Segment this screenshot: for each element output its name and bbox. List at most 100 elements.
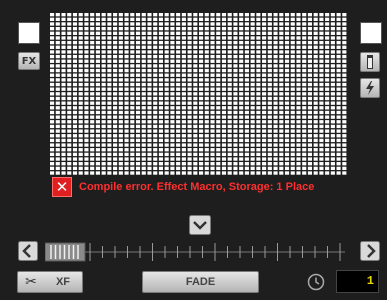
led-cell bbox=[250, 78, 255, 82]
led-cell bbox=[325, 17, 330, 22]
led-cell bbox=[279, 22, 284, 26]
led-cell bbox=[199, 36, 204, 40]
led-cell bbox=[273, 171, 278, 175]
led-cell bbox=[153, 50, 158, 54]
led-cell bbox=[342, 115, 347, 119]
led-cell bbox=[307, 82, 313, 87]
led-cell bbox=[50, 54, 55, 59]
led-cell bbox=[250, 82, 255, 87]
led-cell bbox=[158, 73, 164, 77]
led-cell bbox=[204, 31, 209, 35]
led-cell bbox=[221, 45, 227, 49]
led-cell bbox=[107, 157, 112, 161]
led-cell bbox=[67, 101, 72, 105]
led-cell bbox=[273, 36, 278, 40]
led-cell bbox=[124, 124, 129, 129]
led-cell bbox=[296, 40, 301, 45]
position-slider[interactable] bbox=[45, 241, 345, 263]
led-cell bbox=[118, 36, 123, 40]
next-button[interactable] bbox=[360, 241, 380, 261]
led-cell bbox=[141, 17, 146, 22]
led-cell bbox=[199, 78, 204, 82]
led-cell bbox=[313, 50, 318, 54]
led-cell bbox=[204, 64, 209, 68]
led-cell bbox=[336, 68, 341, 73]
led-cell bbox=[176, 106, 181, 110]
led-cell bbox=[279, 129, 284, 133]
expand-button[interactable] bbox=[189, 215, 211, 235]
flash-button[interactable] bbox=[360, 78, 380, 98]
led-cell bbox=[342, 134, 347, 138]
led-cell bbox=[239, 31, 244, 35]
led-cell bbox=[273, 115, 278, 119]
close-icon[interactable]: ✕ bbox=[52, 177, 72, 197]
led-cell bbox=[336, 73, 341, 77]
led-cell bbox=[239, 17, 244, 22]
led-cell bbox=[78, 40, 83, 45]
led-cell bbox=[135, 31, 141, 35]
led-cell bbox=[72, 106, 78, 110]
led-cell bbox=[302, 171, 307, 175]
led-cell bbox=[336, 40, 341, 45]
led-cell bbox=[107, 26, 112, 31]
led-cell bbox=[50, 152, 55, 157]
led-cell bbox=[61, 129, 66, 133]
led-cell bbox=[61, 152, 66, 157]
led-cell bbox=[124, 54, 129, 59]
led-cell bbox=[118, 134, 123, 138]
led-cell bbox=[113, 36, 118, 40]
led-cell bbox=[307, 110, 313, 115]
led-cell bbox=[262, 115, 267, 119]
led-cell bbox=[296, 162, 301, 166]
led-cell bbox=[55, 13, 60, 17]
led-cell bbox=[101, 120, 106, 124]
led-cell bbox=[130, 50, 135, 54]
fx-button[interactable]: FX bbox=[18, 52, 40, 70]
led-cell bbox=[181, 96, 186, 101]
left-color-swatch[interactable] bbox=[18, 22, 40, 44]
led-cell bbox=[90, 166, 95, 171]
led-cell bbox=[113, 45, 118, 49]
led-cell bbox=[72, 166, 78, 171]
led-cell bbox=[78, 13, 83, 17]
led-cell bbox=[199, 31, 204, 35]
led-cell bbox=[170, 143, 175, 147]
led-cell bbox=[325, 68, 330, 73]
led-cell bbox=[210, 13, 215, 17]
slider-thumb[interactable] bbox=[45, 242, 86, 262]
led-cell bbox=[101, 73, 106, 77]
led-cell bbox=[181, 148, 186, 152]
led-cell bbox=[210, 82, 215, 87]
right-color-swatch[interactable] bbox=[360, 22, 382, 44]
led-cell bbox=[135, 82, 141, 87]
led-cell bbox=[61, 17, 66, 22]
led-cell bbox=[176, 120, 181, 124]
led-cell bbox=[158, 64, 164, 68]
led-cell bbox=[233, 120, 238, 124]
led-cell bbox=[313, 143, 318, 147]
led-cell bbox=[101, 87, 106, 91]
led-cell bbox=[55, 129, 60, 133]
prev-button[interactable] bbox=[18, 241, 38, 261]
led-cell bbox=[336, 148, 341, 152]
clock-icon[interactable] bbox=[306, 272, 326, 292]
led-cell bbox=[221, 101, 227, 105]
led-cell bbox=[233, 87, 238, 91]
led-cell bbox=[296, 50, 301, 54]
led-cell bbox=[78, 134, 83, 138]
led-cell bbox=[330, 31, 335, 35]
led-cell bbox=[227, 134, 232, 138]
xf-button[interactable]: ✂ XF bbox=[17, 271, 83, 293]
led-cell bbox=[256, 40, 261, 45]
fade-button[interactable]: FADE bbox=[142, 271, 259, 293]
led-cell bbox=[250, 166, 255, 171]
led-cell bbox=[199, 143, 204, 147]
led-cell bbox=[262, 26, 267, 31]
led-cell bbox=[113, 13, 118, 17]
led-cell bbox=[101, 162, 106, 166]
level-meter-button[interactable] bbox=[360, 52, 380, 72]
led-cell bbox=[273, 78, 278, 82]
led-cell bbox=[153, 110, 158, 115]
led-cell bbox=[313, 22, 318, 26]
led-cell bbox=[101, 106, 106, 110]
